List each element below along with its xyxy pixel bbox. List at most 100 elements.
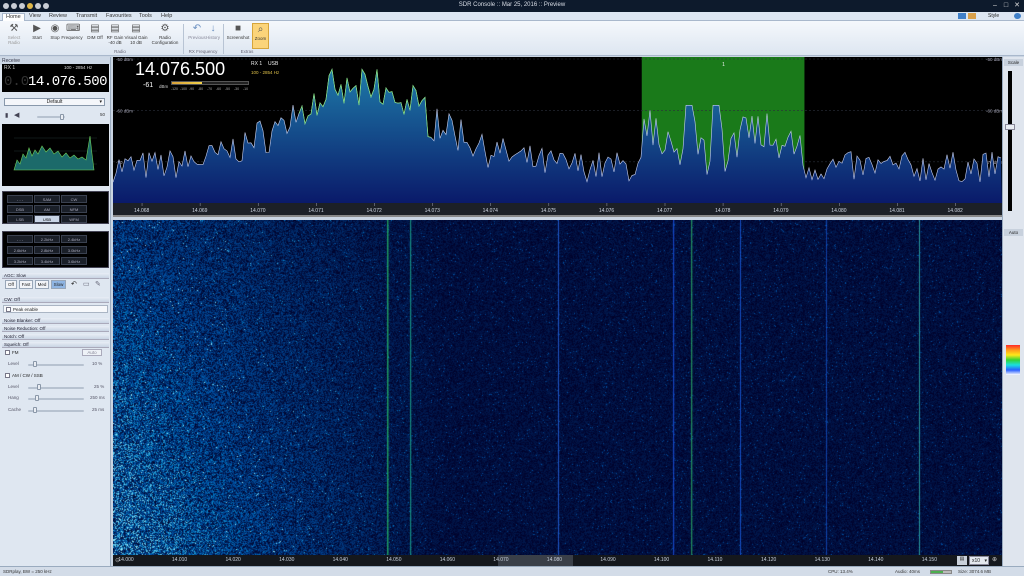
spectrum-axis-label: 14.075 — [541, 208, 557, 214]
spectrum-bandwidth: 100 - 2854 Hz — [251, 70, 280, 75]
waterfall-axis-label: 14.000 — [118, 557, 134, 563]
waterfall-axis-label: 14.150 — [921, 557, 937, 563]
color-palette-bar[interactable] — [1006, 345, 1020, 375]
agc-section-header[interactable]: AGC: Slow — [2, 273, 109, 279]
agc-off-button[interactable]: Off — [5, 280, 17, 289]
spectrum-axis-label: 14.074 — [483, 208, 499, 214]
notch-header[interactable]: Notch: Off — [2, 334, 109, 340]
select-radio-button[interactable]: ⚒ Select Radio — [2, 23, 26, 49]
scale-slider[interactable] — [1005, 124, 1015, 130]
waterfall-display[interactable] — [113, 220, 1002, 555]
filter-button[interactable]: 3.2kHz — [7, 257, 33, 265]
mode-button[interactable]: SAM — [34, 195, 60, 203]
s-meter-tick: -100 — [180, 87, 188, 91]
squelch-header[interactable]: Squelch: Off — [2, 342, 109, 348]
filter-button[interactable]: 2.4kHz — [61, 235, 87, 243]
menu-view[interactable]: View — [26, 13, 44, 21]
filter-button[interactable]: 2.2kHz — [34, 235, 60, 243]
filter-button[interactable]: 2.6kHz — [7, 246, 33, 254]
level-label: Level — [8, 384, 19, 389]
filter-button[interactable]: - - - — [7, 235, 33, 243]
agc-fast-button[interactable]: Fast — [19, 280, 33, 289]
mode-button[interactable]: DSB — [7, 205, 33, 213]
mode-buttons: - - - SAM CW DSB AM NFM LSB USB WFM — [2, 191, 109, 224]
menu-tools[interactable]: Tools — [136, 13, 155, 21]
screenshot-button[interactable]: ■ Screenshot — [225, 23, 251, 49]
menu-favourites[interactable]: Favourites — [103, 13, 135, 21]
signal-unit: dBm — [159, 84, 169, 89]
agc-slow-button[interactable]: Slow — [51, 280, 66, 289]
rx-label: RX 1 — [4, 65, 16, 71]
filter-button[interactable]: 3.0kHz — [61, 246, 87, 254]
radio-configuration-button[interactable]: ⚙ Radio Configuration — [150, 23, 180, 49]
auto-button[interactable]: Auto — [82, 349, 102, 356]
mode-button[interactable]: AM — [34, 205, 60, 213]
right-control-strip: Scale Auto — [1002, 57, 1024, 566]
noise-blanker-header[interactable]: Noise Blanker: Off — [2, 318, 109, 324]
menu-transmit[interactable]: Transmit — [73, 13, 100, 21]
frequency-leading-digits: 0.0 — [4, 74, 30, 90]
edit-icon[interactable]: ✎ — [95, 280, 101, 288]
agc-med-button[interactable]: Med — [35, 280, 49, 289]
menu-help[interactable]: Help — [158, 13, 175, 21]
layout-icon[interactable] — [968, 13, 976, 19]
preset-dropdown[interactable]: Default ▾ — [4, 98, 105, 106]
volume-slider[interactable] — [60, 114, 64, 120]
level-slider[interactable] — [37, 384, 41, 390]
history-button[interactable]: ↓ History — [201, 23, 225, 49]
cw-section-header[interactable]: CW: Off — [2, 297, 109, 303]
waterfall-frequency-axis[interactable]: ⊖ 14.000 14.010 14.020 14.030 14.040 14.050 14… — [113, 555, 1002, 566]
menu-review[interactable]: Review — [46, 13, 70, 21]
title-bar: SDR Console :: Mar 25, 2016 :: Preview –… — [0, 0, 1024, 12]
audio-buffer-meter — [930, 570, 952, 574]
spectrum-axis-label: 14.071 — [308, 208, 324, 214]
close-button[interactable]: ✕ — [1012, 2, 1022, 10]
style-menu[interactable]: Style — [988, 13, 999, 19]
fm-level-slider[interactable] — [33, 361, 37, 367]
cache-slider[interactable] — [33, 407, 37, 413]
rx-frequency-display[interactable]: RX 1 100 - 2854 Hz 0.0 14.076.500 — [2, 64, 109, 92]
auto-dropdown[interactable]: Auto — [1004, 229, 1023, 236]
scroll-right-icon[interactable]: ⊕ — [992, 556, 997, 563]
frequency-button[interactable]: ⌨ Frequency — [60, 23, 84, 49]
maximize-button[interactable]: □ — [1001, 2, 1011, 10]
speaker-icon[interactable]: ◀ — [14, 111, 19, 119]
mode-button[interactable]: - - - — [7, 195, 33, 203]
layout-icon[interactable] — [958, 13, 966, 19]
mode-button[interactable]: LSB — [7, 215, 33, 223]
fm-squelch-checkbox[interactable] — [5, 350, 10, 355]
menu-home[interactable]: Home — [2, 13, 25, 21]
spectrum-display[interactable]: -50 dBm-50 dBm-60 dBm-60 dBm-70 dBm-70 d… — [112, 57, 1003, 217]
undo-icon[interactable]: ↶ — [71, 280, 77, 288]
visual-gain-button[interactable]: ▤ Visual Gain 10 dB — [124, 23, 148, 49]
level-bars-icon[interactable]: ▮ — [5, 112, 8, 119]
minimize-button[interactable]: – — [990, 2, 1000, 10]
tag-icon[interactable]: ▭ — [83, 280, 90, 288]
zoom-dropdown[interactable]: x10 ▾ — [969, 556, 989, 565]
hang-slider[interactable] — [35, 395, 39, 401]
radio-select-icon: ⚒ — [9, 23, 19, 34]
waterfall-canvas[interactable] — [113, 220, 1002, 555]
filter-button[interactable]: 3.4kHz — [34, 257, 60, 265]
mode-button[interactable]: CW — [61, 195, 87, 203]
mode-button-selected[interactable]: USB — [34, 215, 60, 223]
noise-reduction-header[interactable]: Noise Reduction: Off — [2, 326, 109, 332]
am-cw-ssb-checkbox[interactable] — [5, 373, 10, 378]
peak-enable-checkbox[interactable] — [6, 307, 11, 312]
mode-button[interactable]: NFM — [61, 205, 87, 213]
filter-marker-label: 1 — [722, 62, 725, 68]
zoom-button[interactable]: ⌕ Zoom — [252, 23, 269, 49]
waterfall-axis-label: 14.010 — [171, 557, 188, 563]
status-bar: SDRplay, BW = 250 kHz CPU: 13.4% Audio: … — [0, 566, 1024, 576]
receive-panel: Receive RX 1 100 - 2854 Hz 0.0 14.076.50… — [0, 57, 111, 566]
s-meter-tick: -80 — [198, 87, 204, 91]
spectrum-axis-label: 14.079 — [773, 208, 789, 214]
scale-dropdown[interactable]: Scale — [1004, 59, 1023, 66]
mode-button[interactable]: WFM — [61, 215, 87, 223]
s-meter-tick: -50 — [225, 87, 231, 91]
db-label-right: -50 dBm — [986, 57, 1002, 62]
waterfall-menu-icon[interactable]: ▤ — [957, 556, 967, 565]
filter-button[interactable]: 2.8kHz — [34, 246, 60, 254]
filter-button[interactable]: 3.6kHz — [61, 257, 87, 265]
help-icon[interactable] — [1014, 13, 1021, 19]
